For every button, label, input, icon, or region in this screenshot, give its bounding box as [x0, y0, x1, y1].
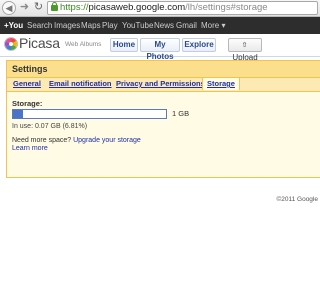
browser-toolbar: ◀ ➜ ↻ https://picasaweb.google.com/lh/se… [0, 0, 320, 17]
storage-label: Storage: [12, 99, 43, 108]
storage-panel: Storage: 1 GB In use: 0.07 GB (6.81%) Ne… [6, 91, 320, 178]
tab-privacy-permissions[interactable]: Privacy and Permissions [116, 79, 205, 88]
picasa-header: Picasa Web Albums Home My Photos Explore… [0, 34, 320, 62]
page-title: Settings [12, 64, 48, 74]
upload-icon: ⇧ [241, 42, 248, 49]
storage-usage-bar [12, 109, 167, 119]
need-more-text: Need more space? [12, 137, 72, 144]
settings-tabs: General Email notification Privacy and P… [6, 77, 320, 91]
google-bar: +You Search Images Maps Play YouTube New… [0, 17, 320, 34]
storage-in-use: In use: 0.07 GB (6.81%) [12, 123, 88, 130]
url-scheme: https:// [60, 2, 89, 13]
gbar-news[interactable]: News [154, 17, 174, 34]
gbar-play[interactable]: Play [102, 17, 118, 34]
footer-copyright: ©2011 Google [276, 196, 318, 203]
tab-general[interactable]: General [13, 79, 41, 88]
gbar-maps[interactable]: Maps [81, 17, 101, 34]
url-host: picasaweb.google.com [88, 2, 186, 13]
tab-email-notification[interactable]: Email notification [49, 79, 112, 88]
settings-header: Settings [6, 60, 320, 78]
reload-icon[interactable]: ↻ [32, 1, 45, 14]
explore-button[interactable]: Explore [182, 38, 216, 52]
learn-more-link[interactable]: Learn more [12, 145, 48, 152]
gbar-more[interactable]: More ▾ [201, 17, 225, 34]
back-arrow-icon[interactable]: ◀ [2, 1, 16, 15]
forward-arrow-icon[interactable]: ➜ [18, 1, 31, 14]
gbar-you[interactable]: +You [4, 17, 23, 34]
gbar-images[interactable]: Images [54, 17, 80, 34]
gbar-gmail[interactable]: Gmail [176, 17, 197, 34]
my-photos-button[interactable]: My Photos [140, 38, 180, 61]
upgrade-storage-link[interactable]: Upgrade your storage [73, 137, 141, 144]
storage-usage-fill [13, 110, 23, 118]
picasa-pinwheel-icon [4, 37, 18, 51]
lock-icon [51, 2, 58, 11]
upload-button[interactable]: ⇧Upload [228, 38, 262, 62]
logo-subtitle: Web Albums [65, 41, 102, 48]
url-path: /lh/settings#storage [185, 2, 268, 13]
need-more-space: Need more space? Upgrade your storage [12, 137, 141, 144]
address-bar[interactable]: https://picasaweb.google.com/lh/settings… [47, 1, 318, 15]
logo-wordmark: Picasa [19, 35, 60, 51]
tab-storage[interactable]: Storage [202, 77, 240, 90]
home-button[interactable]: Home [110, 38, 138, 52]
storage-total: 1 GB [172, 109, 190, 118]
gbar-youtube[interactable]: YouTube [122, 17, 153, 34]
gbar-search[interactable]: Search [27, 17, 52, 34]
